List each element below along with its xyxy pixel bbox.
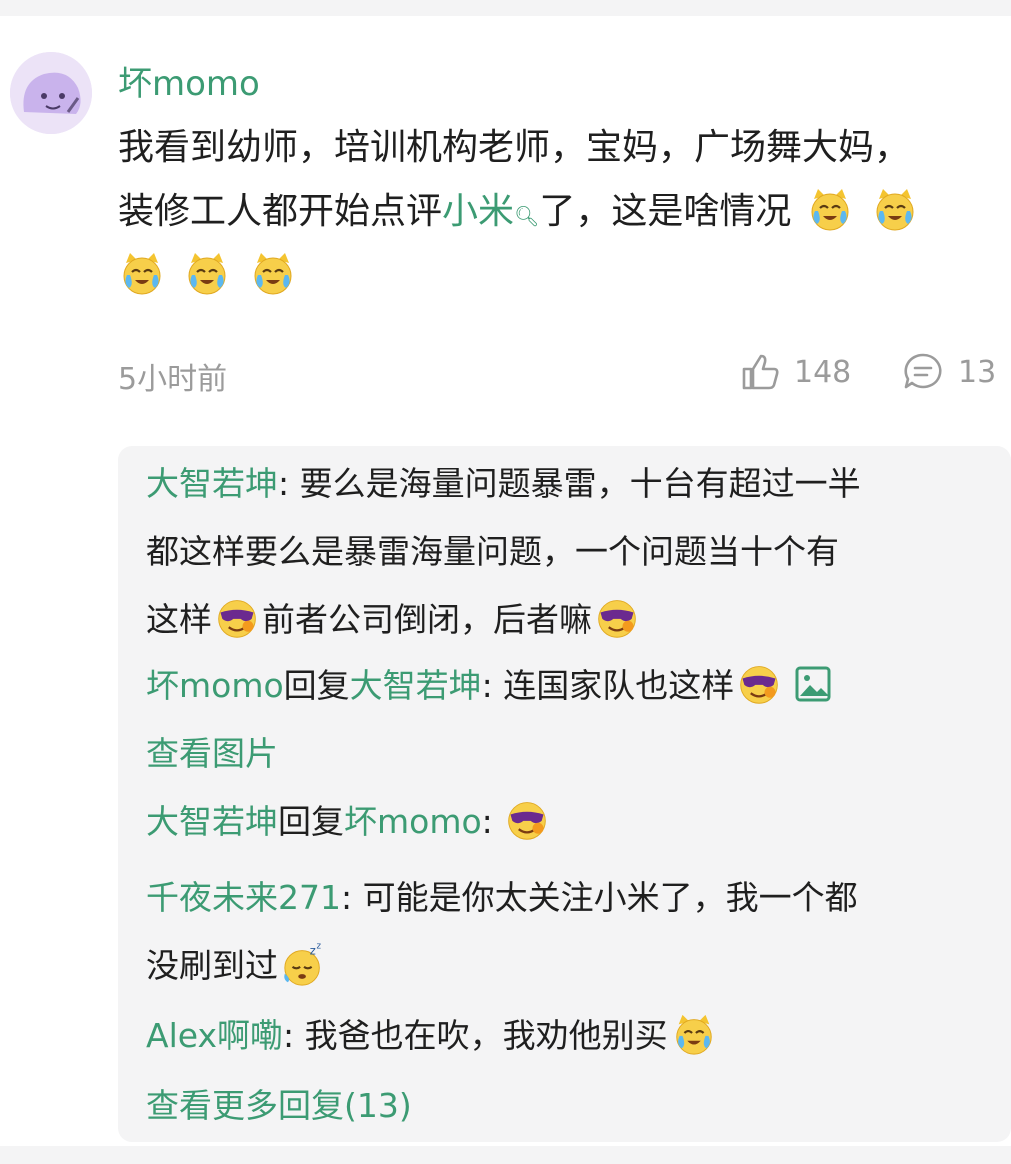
reply-separator: : [283,1016,295,1055]
sunglasses-emoji [595,596,639,640]
reply-author[interactable]: 大智若坤 [146,464,278,503]
reply-author[interactable]: 千夜未来271 [146,878,341,917]
reply-item[interactable]: Alex啊嘞: 我爸也在吹，我劝他别买 [146,1002,996,1070]
reply-separator: : [481,802,493,841]
sunglasses-emoji [737,662,781,706]
reply-text: 可能是你太关注小米了，我一个都 [352,878,858,917]
reply-text: 这样 [146,600,212,639]
reply-word: 回复 [278,802,344,841]
reply-word: 回复 [283,666,350,705]
reply-item[interactable]: 大智若坤: 要么是海量问题暴雷，十台有超过一半 都这样要么是暴雷海量问题，一个问… [146,450,996,654]
search-link-xiaomi[interactable]: 小米 [442,191,514,232]
reply-text: 都这样要么是暴雷海量问题，一个问题当十个有 [146,532,839,571]
comment-username[interactable]: 坏momo [118,56,260,105]
reply-target[interactable]: 大智若坤 [350,666,482,705]
avatar[interactable] [10,52,92,134]
comment-card: 坏momo 我看到幼师，培训机构老师，宝妈，广场舞大妈， 装修工人都开始点评小米… [0,16,1011,1146]
search-icon[interactable]: 🔍︎ [514,204,539,228]
image-icon[interactable] [794,665,832,703]
laugh-cry-emoji [806,185,854,233]
laugh-cry-emoji [671,1011,717,1057]
reply-text: 前者公司倒闭，后者嘛 [262,600,592,639]
like-button[interactable]: 148 [740,352,851,392]
more-replies-row[interactable]: 查看更多回复(13) [146,1072,996,1140]
avatar-illustration [10,52,92,134]
comment-line-1: 我看到幼师，培训机构老师，宝妈，广场舞大妈， [118,116,1011,180]
reply-target[interactable]: 坏momo [344,802,482,841]
comment-line-2: 装修工人都开始点评小米🔍︎了，这是啥情况 [118,180,1011,244]
reply-text: 要么是海量问题暴雷，十台有超过一半 [289,464,861,503]
sunglasses-emoji [215,596,259,640]
comment-time: 5小时前 [118,362,228,397]
comment-meta: 5小时前 148 13 [118,352,998,397]
reply-item[interactable]: 千夜未来271: 可能是你太关注小米了，我一个都 没刷到过 [146,864,996,1000]
comment-line-3 [118,244,1011,308]
reply-author[interactable]: 坏momo [146,666,284,705]
comment-icon [904,353,942,389]
reply-count: 13 [958,354,997,390]
reply-separator: : [481,666,493,705]
reply-author[interactable]: 大智若坤 [146,802,278,841]
more-replies-link[interactable]: 查看更多回复(13) [146,1086,412,1125]
reply-text: 连国家队也这样 [492,666,735,705]
reply-text: 没刷到过 [146,946,278,985]
view-image-link[interactable]: 查看图片 [146,734,278,773]
sunglasses-emoji [505,798,549,842]
laugh-cry-emoji [118,249,166,297]
reply-text: 我爸也在吹，我劝他别买 [294,1016,668,1055]
sleep-emoji [281,941,327,987]
comment-text: 我看到幼师，培训机构老师，宝妈，广场舞大妈， 装修工人都开始点评小米🔍︎了，这是… [118,116,1011,308]
like-count: 148 [794,354,852,390]
laugh-cry-emoji [183,249,231,297]
reply-author[interactable]: Alex啊嘞 [146,1016,283,1055]
reply-button[interactable]: 13 [902,352,996,392]
reply-separator: : [341,878,353,917]
reply-separator: : [278,464,290,503]
reply-item[interactable]: 坏momo回复大智若坤: 连国家队也这样 查看图片 [146,652,996,788]
comment-text-line1: 我看到幼师，培训机构老师，宝妈，广场舞大妈， [118,127,911,168]
laugh-cry-emoji [871,185,919,233]
replies-panel: 大智若坤: 要么是海量问题暴雷，十台有超过一半 都这样要么是暴雷海量问题，一个问… [118,446,1011,1142]
laugh-cry-emoji [249,249,297,297]
comment-text-line2-after: 了，这是啥情况 [539,191,792,232]
comment-text-line2-before: 装修工人都开始点评 [118,191,443,232]
reply-item[interactable]: 大智若坤回复坏momo: [146,788,996,856]
like-icon [742,354,779,390]
